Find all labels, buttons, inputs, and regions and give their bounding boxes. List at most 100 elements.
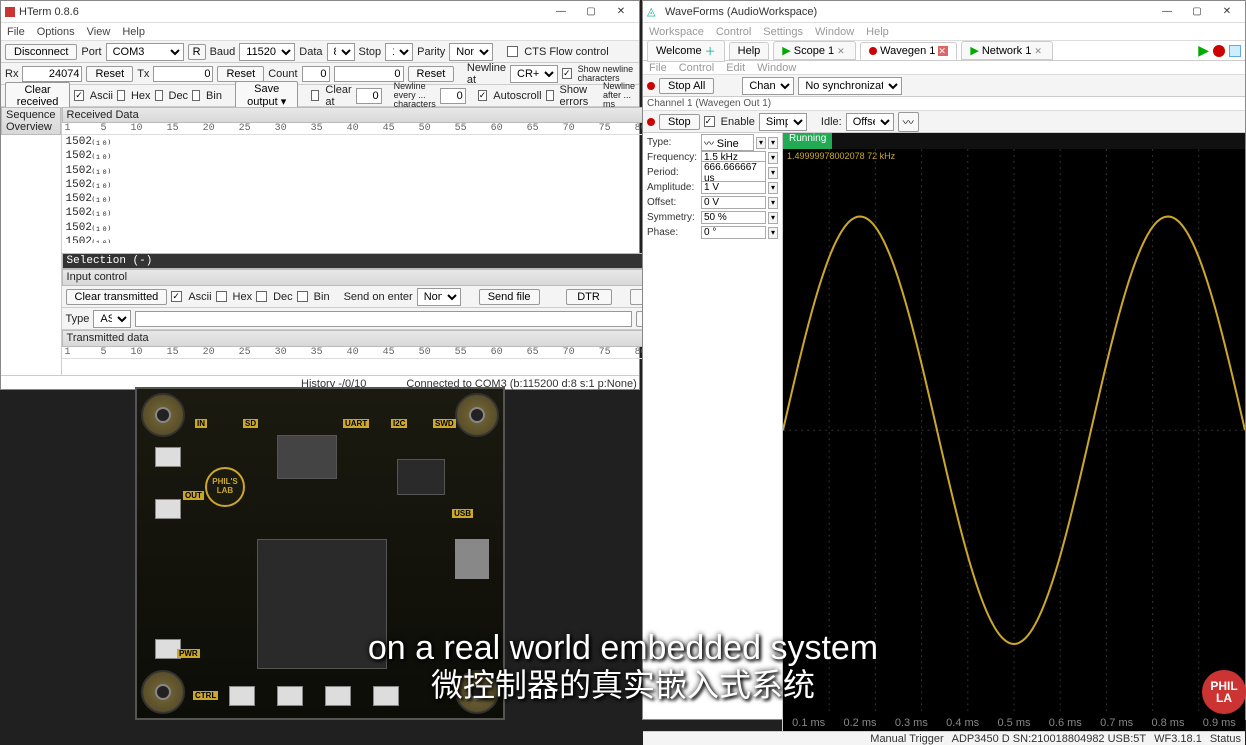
hterm-titlebar[interactable]: HTerm 0.8.6 — ▢ ✕ <box>1 1 639 23</box>
rx-label: Rx <box>5 68 18 80</box>
baud-label: Baud <box>210 46 236 58</box>
disconnect-button[interactable]: Disconnect <box>5 44 77 60</box>
clear-at-checkbox[interactable] <box>311 90 319 101</box>
minimize-button[interactable]: — <box>547 3 575 21</box>
pcb-label-out: OUT <box>183 491 204 500</box>
phase-field[interactable]: 0 ° <box>701 226 766 239</box>
clear-transmitted-button[interactable]: Clear transmitted <box>66 289 168 305</box>
rx-line: 1502₍₁₀₎ <box>66 221 682 235</box>
close-button[interactable]: ✕ <box>607 3 635 21</box>
menu-help[interactable]: Help <box>122 26 145 38</box>
menu-file[interactable]: File <box>7 26 25 38</box>
rx-reset-button[interactable]: Reset <box>86 66 133 82</box>
symmetry-field[interactable]: 50 % <box>701 211 766 224</box>
x-tick: 0.8 ms <box>1142 717 1193 731</box>
nl-after-label: Newline after ... ms <box>603 82 635 109</box>
count-label: Count <box>268 68 297 80</box>
channels-select[interactable]: Channels <box>742 77 794 95</box>
newline-at-select[interactable]: CR+LF <box>510 65 558 83</box>
mode-select[interactable]: Simple <box>759 113 807 131</box>
tab-help[interactable]: Help <box>729 42 770 60</box>
input-type-select[interactable]: ASC <box>93 310 131 328</box>
stopbits-select[interactable]: 1 <box>385 43 413 61</box>
sync-select[interactable]: No synchronization <box>798 77 902 95</box>
x-tick: 0.2 ms <box>834 717 885 731</box>
save-output-button[interactable]: Save output ▾ <box>235 81 298 110</box>
clear-received-button[interactable]: Clear received <box>5 82 70 110</box>
instrument-tabs: Welcome＋ Help ▶Scope 1✕ Wavegen 1✕ ▶Netw… <box>643 41 1245 61</box>
send-file-button[interactable]: Send file <box>479 289 540 305</box>
minimize-button[interactable]: — <box>1153 3 1181 21</box>
clear-at-value[interactable] <box>356 88 382 104</box>
run-all-button[interactable]: ▶ <box>1198 42 1209 59</box>
tab-scope[interactable]: ▶Scope 1✕ <box>773 41 856 60</box>
tx-reset-button[interactable]: Reset <box>217 66 264 82</box>
maximize-button[interactable]: ▢ <box>1183 3 1211 21</box>
menu-help[interactable]: Help <box>866 26 889 38</box>
idle-select[interactable]: Offset <box>846 113 894 131</box>
type-field[interactable]: 〰 Sine <box>701 134 754 151</box>
waveforms-titlebar[interactable]: ◬ WaveForms (AudioWorkspace) — ▢ ✕ <box>643 1 1245 23</box>
waveforms-menubar: Workspace Control Settings Window Help <box>643 23 1245 41</box>
x-tick: 0.6 ms <box>1040 717 1091 731</box>
close-button[interactable]: ✕ <box>1213 3 1241 21</box>
menu-view[interactable]: View <box>87 26 111 38</box>
offset-field[interactable]: 0 V <box>701 196 766 209</box>
received-data-view[interactable]: 1502₍₁₀₎1502₍₁₀₎1502₍₁₀₎1502₍₁₀₎1502₍₁₀₎… <box>62 135 686 243</box>
plus-icon[interactable]: ＋ <box>705 43 716 59</box>
menu-workspace[interactable]: Workspace <box>649 26 704 38</box>
hex-checkbox[interactable] <box>117 90 125 101</box>
tx-hex-checkbox[interactable] <box>216 291 227 302</box>
record-all-button[interactable] <box>1213 45 1225 57</box>
show-errors-checkbox[interactable] <box>546 90 554 101</box>
transmitted-data-header: Transmitted data✕ <box>62 330 686 347</box>
stop-all-button[interactable]: Stop All <box>659 78 714 94</box>
dtr-button[interactable]: DTR <box>566 289 612 305</box>
close-icon[interactable]: ✕ <box>837 46 847 56</box>
sequence-overview-panel: Sequence Overview <box>1 107 62 375</box>
show-newline-checkbox[interactable] <box>562 68 572 79</box>
input-format-toolbar: Clear transmitted Ascii Hex Dec Bin Send… <box>62 286 686 308</box>
close-icon[interactable]: ✕ <box>938 46 948 56</box>
waveforms-icon: ◬ <box>647 5 661 19</box>
count-reset-button[interactable]: Reset <box>408 66 455 82</box>
preview-button[interactable]: 〰 <box>898 112 919 132</box>
menu-control[interactable]: Control <box>716 26 751 38</box>
bin-checkbox[interactable] <box>192 90 200 101</box>
port-label: Port <box>81 46 101 58</box>
stop-label: Stop <box>359 46 382 58</box>
cts-checkbox[interactable] <box>507 46 518 57</box>
refresh-ports-button[interactable]: R <box>188 44 206 60</box>
port-select[interactable]: COM3 <box>106 43 184 61</box>
ascii-checkbox[interactable] <box>74 90 84 101</box>
tab-wavegen[interactable]: Wavegen 1✕ <box>860 42 957 60</box>
maximize-button[interactable]: ▢ <box>577 3 605 21</box>
status-device: ADP3450 D SN:210018804982 USB:5T <box>952 733 1146 745</box>
dec-checkbox[interactable] <box>155 90 163 101</box>
send-input[interactable] <box>135 311 631 327</box>
menu-options[interactable]: Options <box>37 26 75 38</box>
stop-icon <box>647 82 655 90</box>
enable-checkbox[interactable] <box>704 116 715 127</box>
tx-bin-checkbox[interactable] <box>297 291 308 302</box>
menu-window[interactable]: Window <box>815 26 854 38</box>
hterm-window: HTerm 0.8.6 — ▢ ✕ File Options View Help… <box>0 0 640 390</box>
x-tick: 0.3 ms <box>886 717 937 731</box>
screenshot-button[interactable] <box>1229 45 1241 57</box>
close-icon[interactable]: ✕ <box>1034 46 1044 56</box>
tx-dec-checkbox[interactable] <box>256 291 267 302</box>
tx-ascii-checkbox[interactable] <box>171 291 182 302</box>
selection-bar: Selection (-) <box>62 253 686 269</box>
baud-select[interactable]: 115200 <box>239 43 295 61</box>
send-on-enter-select[interactable]: None <box>417 288 461 306</box>
databits-select[interactable]: 8 <box>327 43 355 61</box>
menu-settings[interactable]: Settings <box>763 26 803 38</box>
autoscroll-checkbox[interactable] <box>478 90 488 101</box>
count-spin[interactable] <box>302 66 330 82</box>
parity-select[interactable]: None <box>449 43 493 61</box>
nl-every-value[interactable] <box>440 88 466 104</box>
amplitude-field[interactable]: 1 V <box>701 181 766 194</box>
tab-network[interactable]: ▶Network 1✕ <box>961 41 1053 60</box>
tab-welcome[interactable]: Welcome＋ <box>647 40 725 62</box>
channel-stop-button[interactable]: Stop <box>659 114 700 130</box>
